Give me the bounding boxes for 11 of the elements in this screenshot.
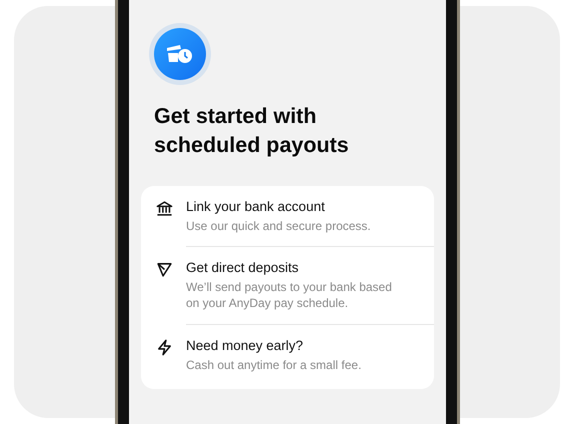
send-icon [156,261,173,278]
step-title: Need money early? [186,338,304,353]
step-description: We’ll send payouts to your bank based on your AnyDay pay schedule. [186,279,393,312]
lightning-bolt-icon [156,338,173,356]
screen-title: Get started with scheduled payouts [154,103,350,159]
step-title: Get direct deposits [186,260,300,276]
step-description: Cash out anytime for a small fee. [186,356,362,373]
app-logo-icon [154,28,206,80]
bank-icon [156,200,173,217]
step-description: Use our quick and secure process. [186,218,372,234]
step-title: Link your bank account [186,199,326,214]
